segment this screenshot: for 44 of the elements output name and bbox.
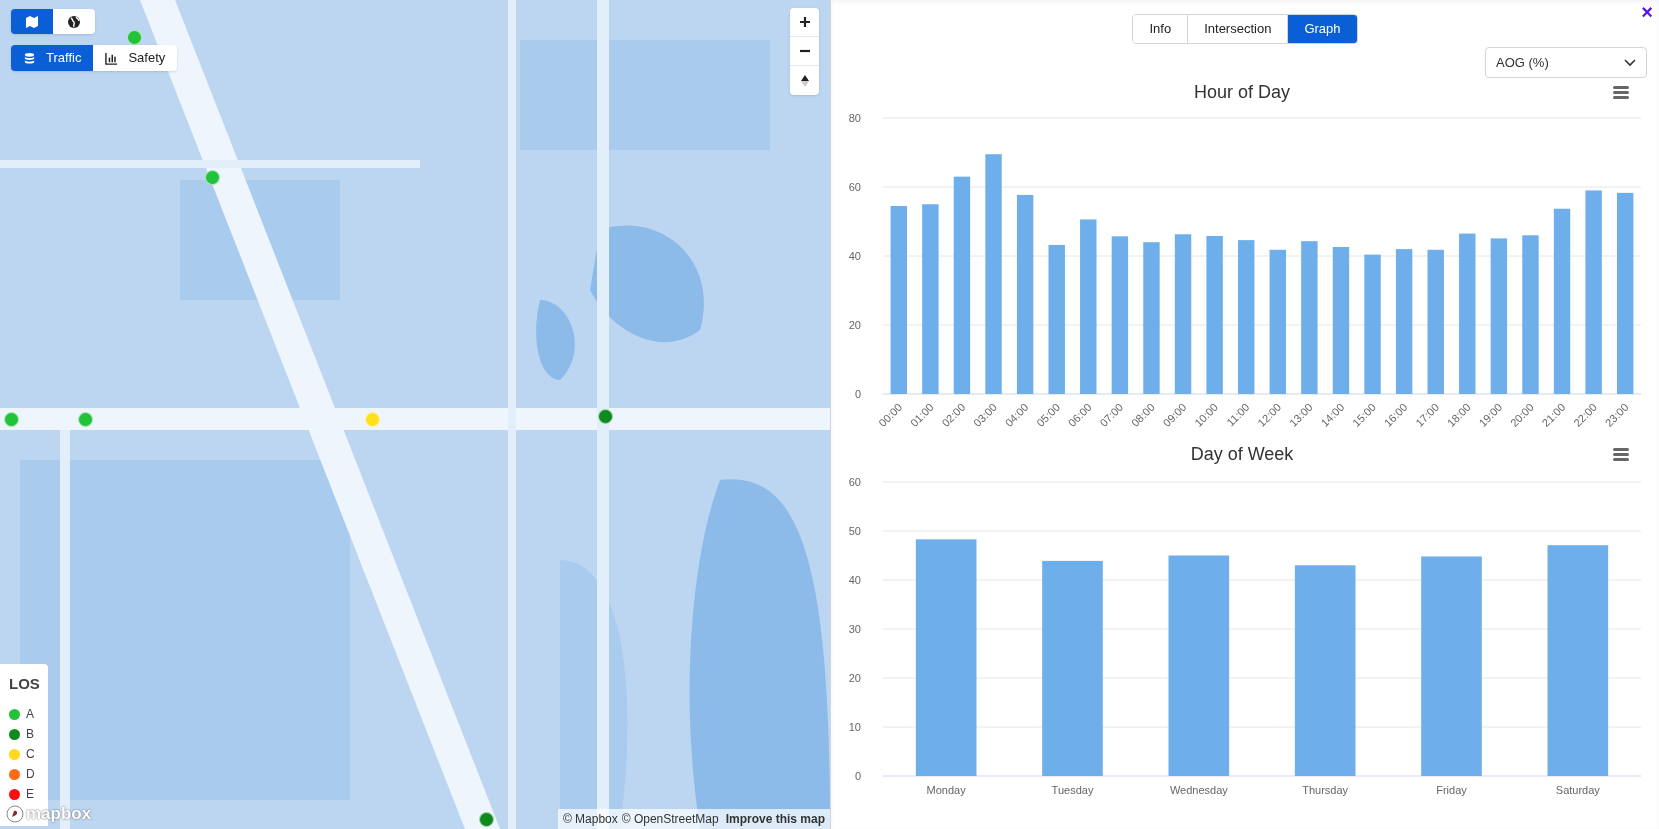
axis-label: 10 [848, 721, 861, 733]
axis-label: 80 [848, 112, 861, 124]
improve-map-link[interactable]: Improve this map [725, 810, 825, 828]
axis-label: Saturday [1555, 784, 1600, 796]
map-style-button[interactable] [53, 9, 95, 34]
attribution-link[interactable]: © OpenStreetMap [621, 810, 719, 828]
axis-label: 30 [848, 623, 861, 635]
chart-title: Day of Week [1190, 444, 1294, 464]
axis-label: Monday [926, 784, 966, 796]
close-button[interactable]: × [1641, 2, 1653, 22]
menu-icon[interactable] [1613, 86, 1629, 99]
compass-icon [798, 74, 811, 87]
legend-label: A [26, 706, 34, 723]
axis-label: 0 [854, 770, 861, 782]
legend-label: D [26, 766, 35, 783]
attribution-link[interactable]: © Mapbox [562, 810, 618, 828]
axis-label: 20 [848, 319, 861, 331]
globe-icon [67, 14, 81, 29]
legend-title: LOS [9, 674, 39, 694]
axis-label: Friday [1436, 784, 1467, 796]
axis-label: 60 [848, 476, 861, 488]
layer-tab[interactable]: Safety [93, 45, 178, 71]
menu-icon[interactable] [1613, 448, 1629, 461]
axis-label: 40 [848, 574, 861, 586]
database-icon [23, 51, 36, 65]
legend-label: B [26, 726, 34, 743]
layer-tab[interactable]: Traffic [11, 45, 94, 71]
axis-label: Thursday [1302, 784, 1349, 796]
axis-label: 50 [848, 525, 861, 537]
metric-dropdown[interactable]: AOG (%) [1485, 47, 1647, 78]
map-icon [25, 14, 39, 29]
axis-label: 60 [848, 181, 861, 193]
axis-label: Wednesday [1169, 784, 1228, 796]
axis-label: 0 [854, 388, 861, 400]
legend-label: C [26, 746, 35, 763]
axis-label: 20 [848, 672, 861, 684]
axis-label: Tuesday [1051, 784, 1094, 796]
panel-tab[interactable]: Graph [1287, 15, 1357, 43]
axis-label: 40 [848, 250, 861, 262]
bar-chart-icon [105, 51, 119, 65]
chevron-down-icon [1624, 58, 1636, 67]
legend-label: E [26, 786, 34, 803]
chart-title: Hour of Day [1194, 82, 1290, 102]
plus-icon [798, 16, 811, 28]
